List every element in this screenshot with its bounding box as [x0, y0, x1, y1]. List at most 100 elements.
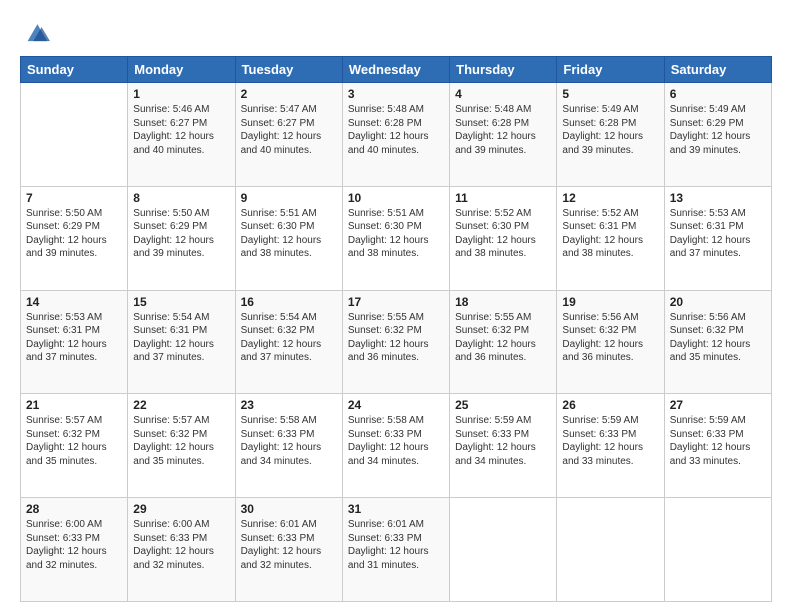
week-row-5: 28 Sunrise: 6:00 AM Sunset: 6:33 PM Dayli… [21, 498, 772, 602]
day-number: 15 [133, 295, 229, 309]
day-cell: 25Sunrise: 5:59 AM Sunset: 6:33 PM Dayli… [450, 394, 557, 498]
day-cell: 27 Sunrise: 5:59 AM Sunset: 6:33 PM Dayli… [664, 394, 771, 498]
day-cell: 11Sunrise: 5:52 AM Sunset: 6:30 PM Dayli… [450, 186, 557, 290]
day-number: 6 [670, 87, 766, 101]
day-cell: 17 Sunrise: 5:55 AM Sunset: 6:32 PM Dayli… [342, 290, 449, 394]
day-cell: 22 Sunrise: 5:57 AM Sunset: 6:32 PM Dayli… [128, 394, 235, 498]
day-number: 5 [562, 87, 658, 101]
day-number: 28 [26, 502, 122, 516]
col-header-saturday: Saturday [664, 57, 771, 83]
day-info: Sunrise: 5:53 AM Sunset: 6:31 PM Dayligh… [26, 311, 122, 365]
day-number: 20 [670, 295, 766, 309]
day-cell: 28 Sunrise: 6:00 AM Sunset: 6:33 PM Dayli… [21, 498, 128, 602]
week-row-2: 7 Sunrise: 5:50 AM Sunset: 6:29 PM Daylig… [21, 186, 772, 290]
header [20, 18, 772, 46]
day-cell: 14 Sunrise: 5:53 AM Sunset: 6:31 PM Dayli… [21, 290, 128, 394]
calendar-table: SundayMondayTuesdayWednesdayThursdayFrid… [20, 56, 772, 602]
col-header-tuesday: Tuesday [235, 57, 342, 83]
day-number: 29 [133, 502, 229, 516]
day-number: 4 [455, 87, 551, 101]
day-info: Sunrise: 5:59 AM Sunset: 6:33 PM Dayligh… [670, 414, 766, 468]
day-number: 19 [562, 295, 658, 309]
day-info: Sunrise: 5:57 AM Sunset: 6:32 PM Dayligh… [26, 414, 122, 468]
day-info: Sunrise: 6:00 AM Sunset: 6:33 PM Dayligh… [26, 518, 122, 572]
day-info: Sunrise: 5:59 AM Sunset: 6:33 PM Dayligh… [455, 414, 551, 468]
day-cell: 24Sunrise: 5:58 AM Sunset: 6:33 PM Dayli… [342, 394, 449, 498]
day-number: 18 [455, 295, 551, 309]
day-cell: 20 Sunrise: 5:56 AM Sunset: 6:32 PM Dayli… [664, 290, 771, 394]
day-number: 3 [348, 87, 444, 101]
day-number: 16 [241, 295, 337, 309]
logo-icon [22, 18, 50, 46]
day-number: 31 [348, 502, 444, 516]
day-info: Sunrise: 5:57 AM Sunset: 6:32 PM Dayligh… [133, 414, 229, 468]
day-info: Sunrise: 5:50 AM Sunset: 6:29 PM Dayligh… [26, 207, 122, 261]
day-number: 2 [241, 87, 337, 101]
day-info: Sunrise: 6:01 AM Sunset: 6:33 PM Dayligh… [348, 518, 444, 572]
day-cell: 6Sunrise: 5:49 AM Sunset: 6:29 PM Daylig… [664, 83, 771, 187]
day-cell [450, 498, 557, 602]
day-info: Sunrise: 5:48 AM Sunset: 6:28 PM Dayligh… [348, 103, 444, 157]
day-cell: 10 Sunrise: 5:51 AM Sunset: 6:30 PM Dayli… [342, 186, 449, 290]
day-cell: 29 Sunrise: 6:00 AM Sunset: 6:33 PM Dayli… [128, 498, 235, 602]
day-number: 30 [241, 502, 337, 516]
day-number: 9 [241, 191, 337, 205]
day-number: 27 [670, 398, 766, 412]
day-info: Sunrise: 5:46 AM Sunset: 6:27 PM Dayligh… [133, 103, 229, 157]
col-header-friday: Friday [557, 57, 664, 83]
day-number: 13 [670, 191, 766, 205]
col-header-monday: Monday [128, 57, 235, 83]
day-cell: 4Sunrise: 5:48 AM Sunset: 6:28 PM Daylig… [450, 83, 557, 187]
day-number: 10 [348, 191, 444, 205]
day-cell: 18Sunrise: 5:55 AM Sunset: 6:32 PM Dayli… [450, 290, 557, 394]
day-cell: 13 Sunrise: 5:53 AM Sunset: 6:31 PM Dayli… [664, 186, 771, 290]
day-info: Sunrise: 5:53 AM Sunset: 6:31 PM Dayligh… [670, 207, 766, 261]
day-cell: 19 Sunrise: 5:56 AM Sunset: 6:32 PM Dayli… [557, 290, 664, 394]
day-cell [664, 498, 771, 602]
col-header-wednesday: Wednesday [342, 57, 449, 83]
day-info: Sunrise: 6:00 AM Sunset: 6:33 PM Dayligh… [133, 518, 229, 572]
day-cell: 30 Sunrise: 6:01 AM Sunset: 6:33 PM Dayli… [235, 498, 342, 602]
day-info: Sunrise: 5:59 AM Sunset: 6:33 PM Dayligh… [562, 414, 658, 468]
day-cell: 1 Sunrise: 5:46 AM Sunset: 6:27 PM Daylig… [128, 83, 235, 187]
day-cell: 31 Sunrise: 6:01 AM Sunset: 6:33 PM Dayli… [342, 498, 449, 602]
day-info: Sunrise: 5:54 AM Sunset: 6:31 PM Dayligh… [133, 311, 229, 365]
day-number: 7 [26, 191, 122, 205]
week-row-3: 14 Sunrise: 5:53 AM Sunset: 6:31 PM Dayli… [21, 290, 772, 394]
day-info: Sunrise: 5:49 AM Sunset: 6:28 PM Dayligh… [562, 103, 658, 157]
day-info: Sunrise: 5:51 AM Sunset: 6:30 PM Dayligh… [241, 207, 337, 261]
day-info: Sunrise: 5:50 AM Sunset: 6:29 PM Dayligh… [133, 207, 229, 261]
day-info: Sunrise: 5:47 AM Sunset: 6:27 PM Dayligh… [241, 103, 337, 157]
col-header-thursday: Thursday [450, 57, 557, 83]
day-number: 14 [26, 295, 122, 309]
day-info: Sunrise: 5:55 AM Sunset: 6:32 PM Dayligh… [348, 311, 444, 365]
day-cell: 23 Sunrise: 5:58 AM Sunset: 6:33 PM Dayli… [235, 394, 342, 498]
week-row-1: 1 Sunrise: 5:46 AM Sunset: 6:27 PM Daylig… [21, 83, 772, 187]
col-header-sunday: Sunday [21, 57, 128, 83]
day-cell: 8Sunrise: 5:50 AM Sunset: 6:29 PM Daylig… [128, 186, 235, 290]
day-number: 1 [133, 87, 229, 101]
day-cell: 3 Sunrise: 5:48 AM Sunset: 6:28 PM Daylig… [342, 83, 449, 187]
day-cell: 15 Sunrise: 5:54 AM Sunset: 6:31 PM Dayli… [128, 290, 235, 394]
day-number: 17 [348, 295, 444, 309]
day-info: Sunrise: 6:01 AM Sunset: 6:33 PM Dayligh… [241, 518, 337, 572]
day-cell [557, 498, 664, 602]
day-number: 23 [241, 398, 337, 412]
day-number: 26 [562, 398, 658, 412]
day-number: 12 [562, 191, 658, 205]
day-info: Sunrise: 5:54 AM Sunset: 6:32 PM Dayligh… [241, 311, 337, 365]
day-info: Sunrise: 5:52 AM Sunset: 6:31 PM Dayligh… [562, 207, 658, 261]
day-cell: 21 Sunrise: 5:57 AM Sunset: 6:32 PM Dayli… [21, 394, 128, 498]
day-number: 21 [26, 398, 122, 412]
day-cell: 26 Sunrise: 5:59 AM Sunset: 6:33 PM Dayli… [557, 394, 664, 498]
day-cell: 7 Sunrise: 5:50 AM Sunset: 6:29 PM Daylig… [21, 186, 128, 290]
day-info: Sunrise: 5:58 AM Sunset: 6:33 PM Dayligh… [241, 414, 337, 468]
day-info: Sunrise: 5:51 AM Sunset: 6:30 PM Dayligh… [348, 207, 444, 261]
day-info: Sunrise: 5:56 AM Sunset: 6:32 PM Dayligh… [670, 311, 766, 365]
day-number: 22 [133, 398, 229, 412]
day-cell: 5 Sunrise: 5:49 AM Sunset: 6:28 PM Daylig… [557, 83, 664, 187]
day-info: Sunrise: 5:56 AM Sunset: 6:32 PM Dayligh… [562, 311, 658, 365]
day-cell: 2 Sunrise: 5:47 AM Sunset: 6:27 PM Daylig… [235, 83, 342, 187]
logo [20, 18, 50, 46]
day-info: Sunrise: 5:52 AM Sunset: 6:30 PM Dayligh… [455, 207, 551, 261]
